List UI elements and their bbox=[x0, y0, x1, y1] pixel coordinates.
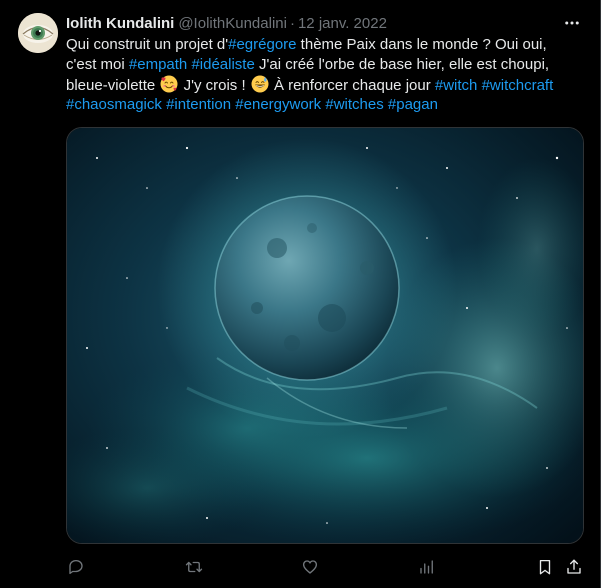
hashtag-link[interactable]: #witch bbox=[435, 77, 478, 94]
hashtag-link[interactable]: #empath bbox=[129, 56, 187, 73]
more-options-button[interactable] bbox=[561, 12, 583, 34]
hashtag-link[interactable]: #witches bbox=[325, 96, 383, 113]
reply-button[interactable] bbox=[66, 556, 86, 578]
hashtag-link[interactable]: #egrégore bbox=[228, 36, 296, 53]
grinning-face-with-sweat-icon bbox=[251, 75, 269, 93]
retweet-icon bbox=[185, 561, 203, 573]
hashtag-link[interactable]: #idéaliste bbox=[191, 56, 254, 73]
reply-icon bbox=[69, 559, 83, 575]
tweet-text-line: c'est moi #empath #idéaliste J'ai créé l… bbox=[66, 55, 586, 75]
tweet-date[interactable]: 12 janv. 2022 bbox=[298, 15, 387, 32]
orb-nebula-image bbox=[67, 128, 583, 543]
tweet-actions bbox=[66, 556, 586, 578]
tweet-image[interactable] bbox=[66, 127, 584, 544]
like-button[interactable] bbox=[300, 556, 320, 578]
share-button[interactable] bbox=[564, 556, 584, 578]
header-separator: · bbox=[289, 14, 295, 32]
hashtag-link[interactable]: #witchcraft bbox=[482, 77, 554, 94]
like-icon bbox=[302, 560, 318, 574]
retweet-button[interactable] bbox=[184, 556, 204, 578]
avatar[interactable] bbox=[18, 13, 58, 53]
text-segment: bleue-violette bbox=[66, 77, 160, 94]
tweet-header: Iolith Kundalini @IolithKundalini · 12 j… bbox=[66, 13, 387, 33]
more-horizontal-icon bbox=[565, 21, 579, 25]
text-segment: c'est moi bbox=[66, 56, 129, 73]
author-handle[interactable]: @IolithKundalini bbox=[178, 15, 287, 32]
smiling-face-with-hearts-icon bbox=[160, 75, 178, 93]
share-icon bbox=[567, 559, 581, 574]
views-button[interactable] bbox=[417, 556, 437, 578]
text-segment: thème Paix dans le monde ? Oui oui, bbox=[296, 36, 547, 53]
text-segment: À renforcer chaque jour bbox=[269, 77, 435, 94]
tweet-text-line: Qui construit un projet d'#egrégore thèm… bbox=[66, 35, 586, 55]
hashtag-link[interactable]: #energywork bbox=[235, 96, 321, 113]
text-segment: Qui construit un projet d' bbox=[66, 36, 229, 53]
text-segment: J'y crois ! bbox=[179, 77, 250, 94]
hashtag-link[interactable]: #chaosmagick bbox=[66, 96, 162, 113]
bookmark-button[interactable] bbox=[535, 556, 555, 578]
bookmark-icon bbox=[539, 559, 551, 575]
hashtag-link[interactable]: #intention bbox=[166, 96, 231, 113]
author-display-name[interactable]: Iolith Kundalini bbox=[66, 15, 174, 32]
views-icon bbox=[420, 560, 433, 574]
text-segment: J'ai créé l'orbe de base hier, elle est … bbox=[254, 56, 550, 73]
tweet[interactable]: Iolith Kundalini @IolithKundalini · 12 j… bbox=[0, 0, 601, 588]
tweet-text: Qui construit un projet d'#egrégore thèm… bbox=[66, 35, 586, 115]
tweet-text-line: bleue-violette J'y crois ! À renforcer c… bbox=[66, 75, 586, 95]
tweet-text-line: #chaosmagick #intention #energywork #wit… bbox=[66, 95, 586, 115]
hashtag-link[interactable]: #pagan bbox=[388, 96, 438, 113]
